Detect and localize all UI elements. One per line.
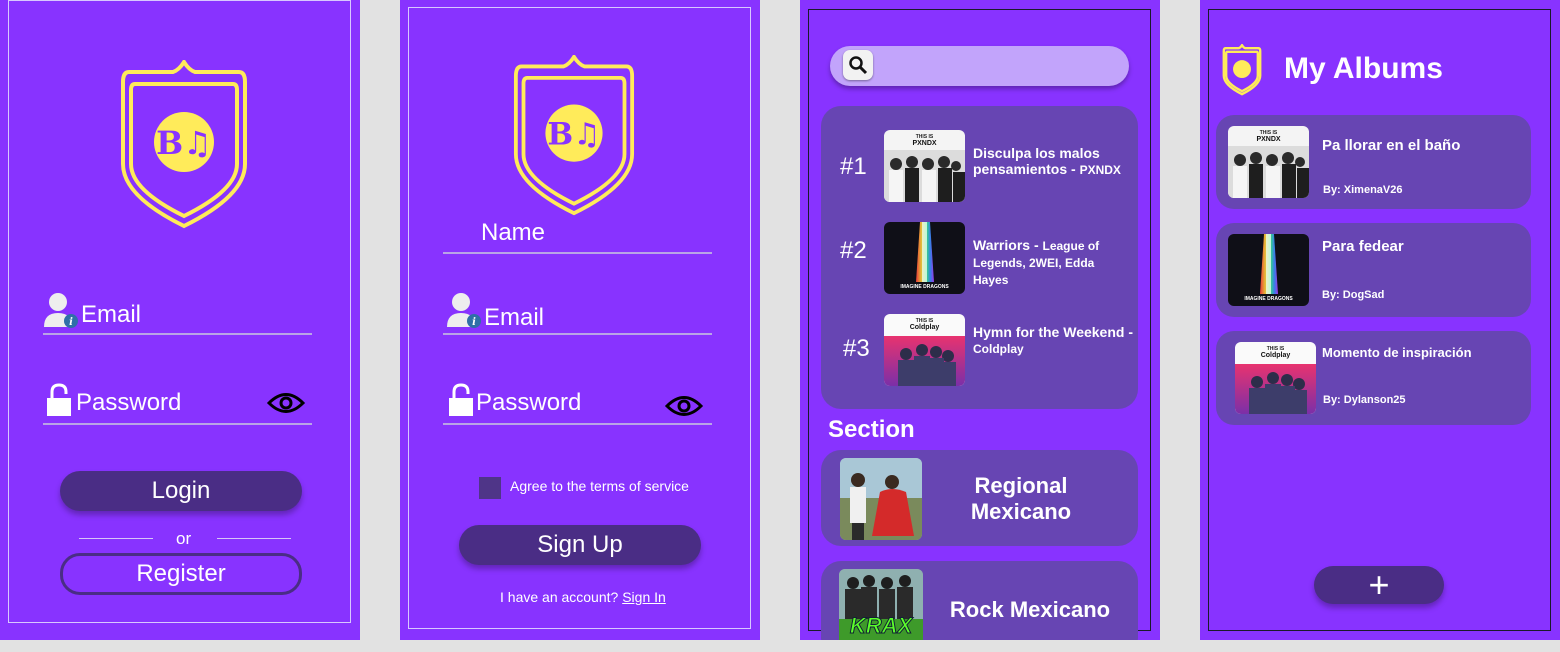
song-rank: #2 xyxy=(840,237,867,264)
song-rank: #1 xyxy=(840,153,867,180)
password-underline xyxy=(43,423,312,425)
album-title: Momento de inspiración xyxy=(1322,345,1472,360)
svg-text:B♫: B♫ xyxy=(547,117,600,153)
album-owner: By: Dylanson25 xyxy=(1323,394,1406,406)
cover-caption: IMAGINE DRAGONS xyxy=(1244,296,1293,302)
song-artist: Coldplay xyxy=(973,342,1024,356)
have-account-text: I have an account? xyxy=(500,589,619,605)
email-underline xyxy=(443,333,712,335)
song-cover[interactable]: IMAGINE DRAGONS xyxy=(884,222,965,294)
browse-screen: #1 THIS IS PXNDX Disculpa los malos pens… xyxy=(800,0,1160,640)
app-logo-icon: B♫ xyxy=(510,55,638,217)
name-underline xyxy=(443,252,712,254)
cover-name: Coldplay xyxy=(909,324,940,331)
divider-left xyxy=(79,538,153,539)
song-cover[interactable]: THIS IS Coldplay xyxy=(884,314,965,386)
cover-text: KRAX xyxy=(849,613,913,639)
signup-button[interactable]: Sign Up xyxy=(459,525,701,565)
genre-label: Rock Mexicano xyxy=(949,597,1111,622)
signin-link[interactable]: Sign In xyxy=(622,589,666,605)
user-info-icon: i xyxy=(447,293,481,328)
add-album-button[interactable]: + xyxy=(1314,564,1444,605)
song-artist: PXNDX xyxy=(1079,163,1121,177)
albums-screen: My Albums THIS IS PXNDX Pa llorar en el … xyxy=(1200,0,1560,640)
app-logo-icon: B♫ xyxy=(117,60,251,230)
password-underline xyxy=(443,423,712,425)
email-field[interactable]: Email xyxy=(484,304,544,332)
album-cover: THIS IS Coldplay xyxy=(1235,342,1316,414)
lock-icon xyxy=(449,383,473,416)
album-owner: By: XimenaV26 xyxy=(1323,184,1403,196)
genre-cover: KRAX xyxy=(839,569,923,640)
eye-icon[interactable] xyxy=(267,392,305,414)
app-logo-icon xyxy=(1222,44,1262,96)
login-button[interactable]: Login xyxy=(60,471,302,511)
genre-label: Regional Mexicano xyxy=(970,473,1072,524)
divider-right xyxy=(217,538,291,539)
lock-icon xyxy=(47,383,71,416)
album-cover: IMAGINE DRAGONS xyxy=(1228,234,1309,306)
cover-caption: IMAGINE DRAGONS xyxy=(900,284,949,290)
album-owner: By: DogSad xyxy=(1322,289,1385,301)
genre-cover xyxy=(840,458,922,540)
email-field[interactable]: Email xyxy=(81,301,141,329)
terms-label: Agree to the terms of service xyxy=(510,478,689,494)
name-field[interactable]: Name xyxy=(481,219,545,247)
login-screen: B♫ i Email Password Login or Register xyxy=(0,0,360,640)
password-field[interactable]: Password xyxy=(76,389,181,417)
song-title: Warriors - xyxy=(973,237,1039,253)
svg-text:B♫: B♫ xyxy=(156,124,212,162)
search-input[interactable] xyxy=(830,46,1129,86)
song-title-block: Warriors - League of Legends, 2WEI, Edda… xyxy=(973,237,1128,288)
register-button[interactable]: Register xyxy=(60,553,302,595)
signup-screen: B♫ Name i Email Password Agree to the te… xyxy=(400,0,760,640)
screen-frame xyxy=(1208,9,1551,631)
password-field[interactable]: Password xyxy=(476,389,581,417)
song-title: Hymn for the Weekend - xyxy=(973,324,1133,340)
have-account-row: I have an account? Sign In xyxy=(500,589,666,605)
user-info-icon: i xyxy=(44,293,78,328)
song-rank: #3 xyxy=(843,335,870,362)
search-icon[interactable] xyxy=(843,50,873,80)
svg-text:i: i xyxy=(472,317,476,328)
page-title: My Albums xyxy=(1284,52,1443,85)
cover-name: PXNDX xyxy=(912,140,937,147)
cover-name: Coldplay xyxy=(1260,352,1291,359)
album-title: Pa llorar en el baño xyxy=(1322,137,1461,154)
song-cover[interactable]: THIS IS PXNDX xyxy=(884,130,965,202)
song-title-block: Disculpa los malos pensamientos - PXNDX xyxy=(973,145,1133,178)
eye-icon[interactable] xyxy=(665,395,703,417)
or-text: or xyxy=(176,529,192,548)
song-title-block: Hymn for the Weekend - Coldplay xyxy=(973,324,1133,357)
cover-name: PXNDX xyxy=(1256,136,1281,143)
section-title: Section xyxy=(828,416,915,443)
album-cover: THIS IS PXNDX xyxy=(1228,126,1309,198)
svg-text:i: i xyxy=(69,317,73,328)
album-title: Para fedear xyxy=(1322,238,1404,255)
terms-checkbox[interactable] xyxy=(479,477,501,499)
email-underline xyxy=(43,333,312,335)
